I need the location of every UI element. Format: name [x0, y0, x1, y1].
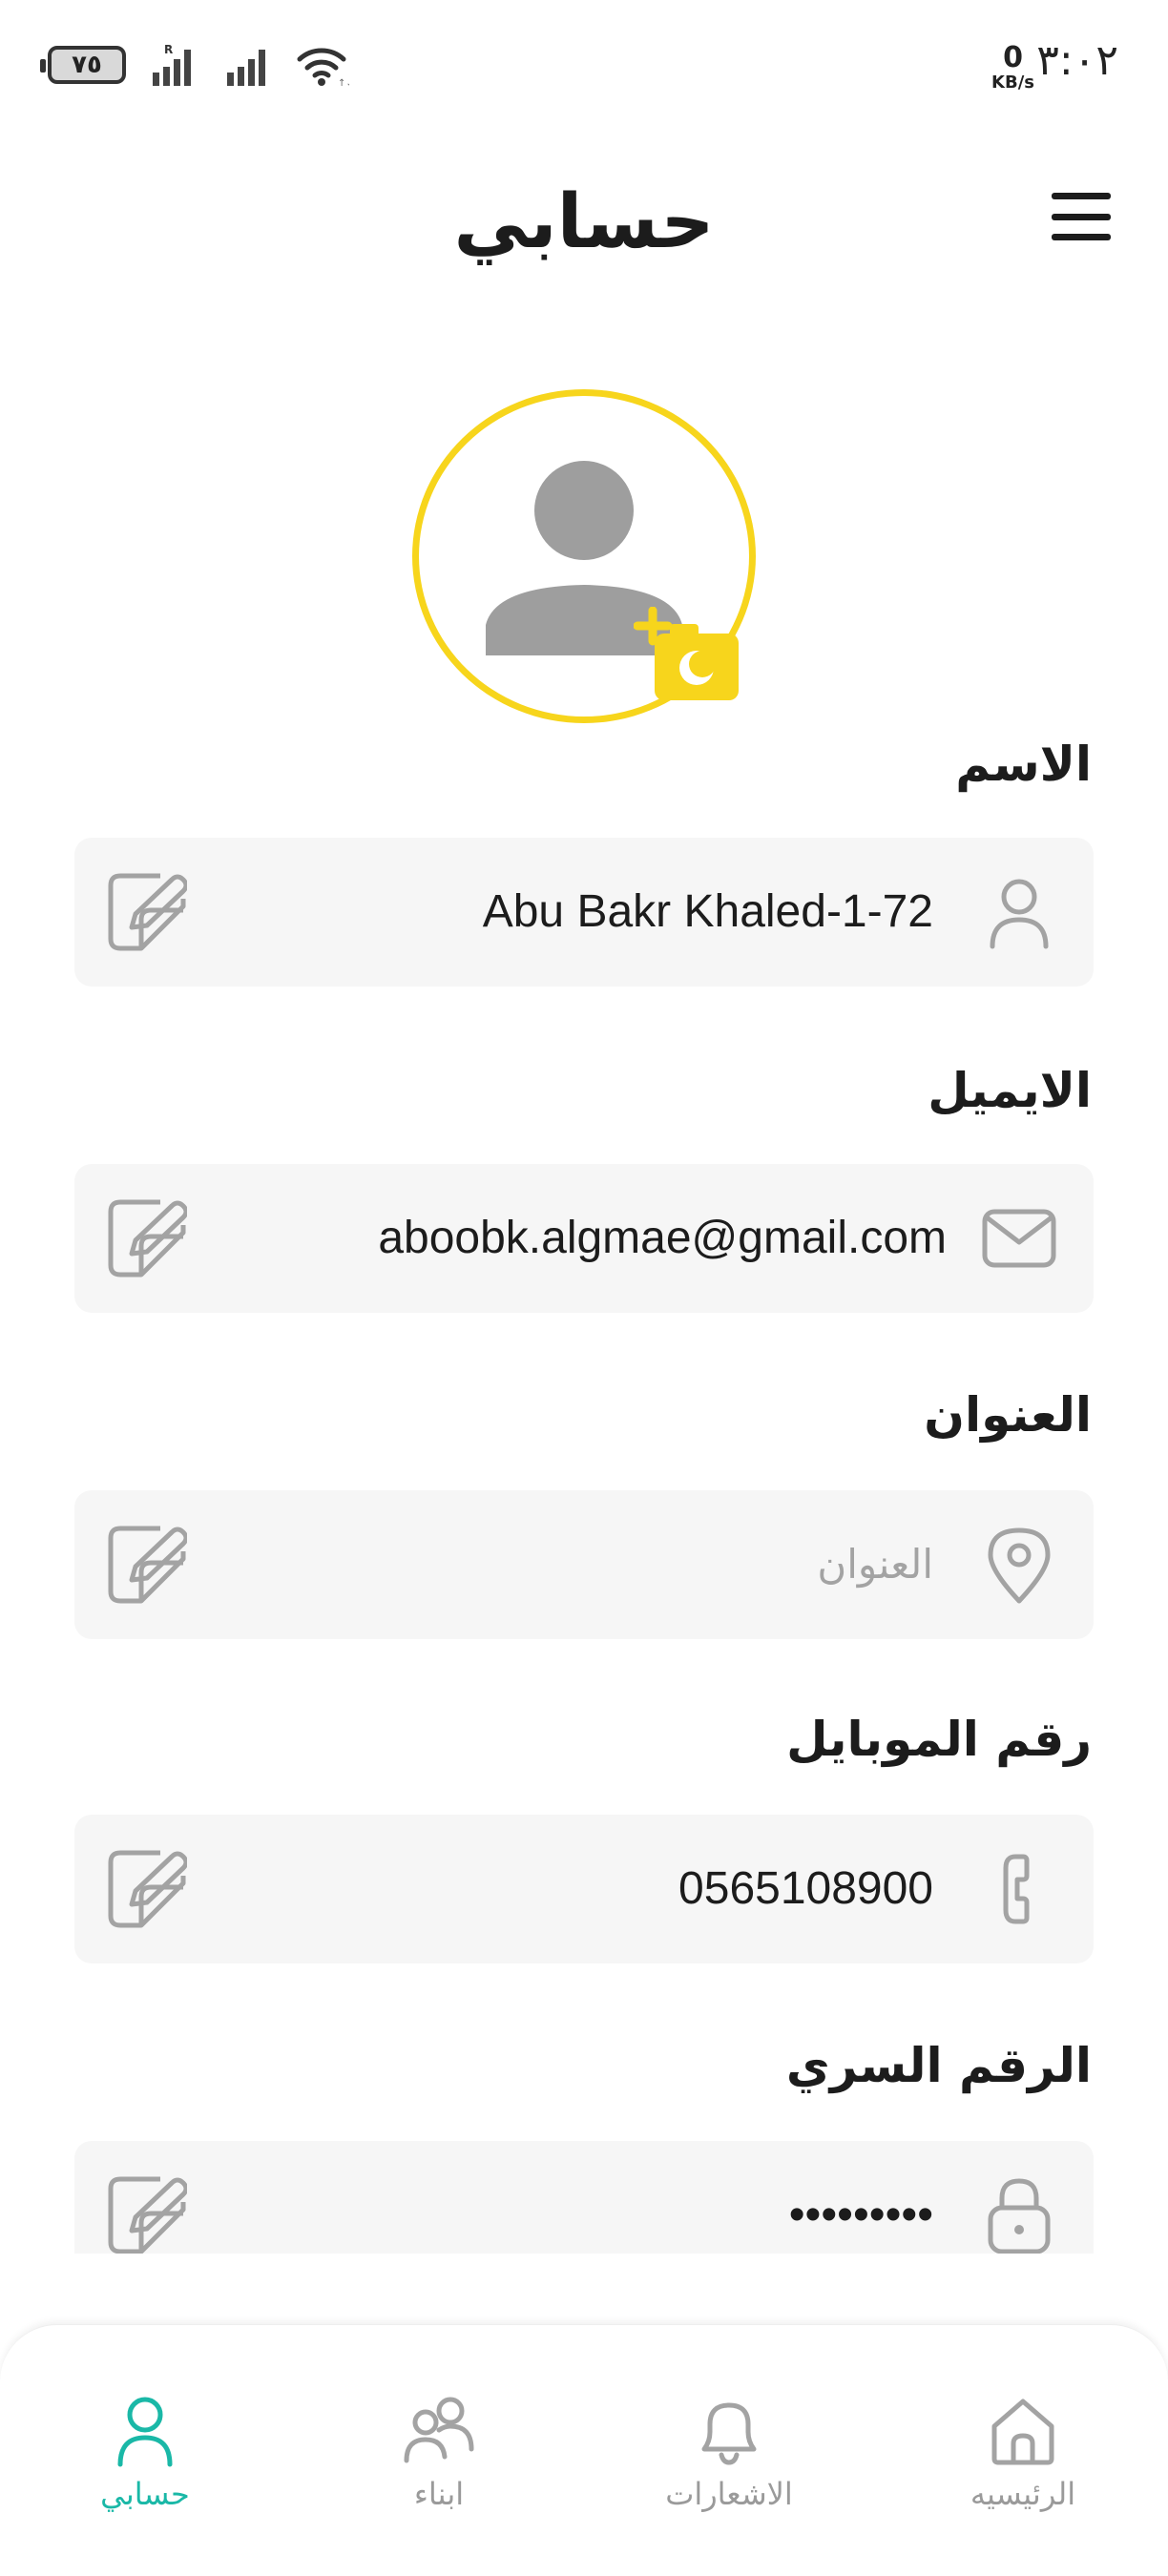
- battery-indicator: ٧٥: [40, 46, 126, 84]
- email-value: aboobk.algmae@gmail.com: [378, 1213, 947, 1263]
- nav-item-home[interactable]: الرئيسيه: [918, 2392, 1128, 2512]
- profile-avatar[interactable]: [412, 389, 756, 723]
- mobile-field[interactable]: 0565108900: [74, 1815, 1094, 1963]
- hamburger-menu-icon[interactable]: [1052, 193, 1111, 240]
- status-bar: ٧٥ R ↑↓ 0 KB/s ٣:٠٢: [0, 0, 1168, 134]
- network-speed: 0 KB/s: [991, 44, 1034, 92]
- bell-icon: [701, 2402, 757, 2465]
- network-speed-unit: KB/s: [991, 73, 1034, 93]
- edit-icon[interactable]: [107, 2175, 187, 2255]
- name-label: الاسم: [955, 737, 1092, 792]
- signal-strength-icon: R: [153, 44, 191, 86]
- nav-item-profile[interactable]: حسابي: [40, 2392, 250, 2512]
- nav-label-children: ابناء: [413, 2476, 465, 2512]
- nav-label-home: الرئيسيه: [970, 2476, 1076, 2512]
- status-icons: ٧٥ R ↑↓: [40, 44, 349, 86]
- mobile-label: رقم الموبايل: [786, 1712, 1092, 1767]
- home-icon: [991, 2399, 1054, 2465]
- edit-icon[interactable]: [107, 872, 187, 952]
- lock-icon: [988, 2178, 1051, 2254]
- person-icon: [990, 879, 1049, 949]
- edit-icon[interactable]: [107, 1198, 187, 1278]
- name-value: Abu Bakr Khaled-1-72: [482, 886, 933, 937]
- status-time: ٣:٠٢: [1036, 36, 1118, 85]
- location-pin-icon: [988, 1527, 1051, 1604]
- address-field[interactable]: العنوان: [74, 1490, 1094, 1639]
- email-field[interactable]: aboobk.algmae@gmail.com: [74, 1164, 1094, 1313]
- signal-strength-icon: [227, 50, 265, 86]
- children-icon: [404, 2397, 474, 2463]
- nav-item-children[interactable]: ابناء: [334, 2392, 544, 2512]
- wifi-icon: ↑↓: [297, 48, 349, 86]
- edit-icon[interactable]: [107, 1849, 187, 1929]
- page-title: حسابي: [453, 179, 715, 265]
- network-speed-value: 0: [1003, 41, 1023, 74]
- svg-text:↑↓: ↑↓: [338, 78, 349, 86]
- svg-text:R: R: [164, 44, 173, 56]
- address-placeholder: العنوان: [817, 1541, 933, 1588]
- scroll-clip: [0, 2254, 1168, 2330]
- edit-icon[interactable]: [107, 1525, 187, 1605]
- address-label: العنوان: [924, 1387, 1092, 1443]
- phone-icon: [1003, 1854, 1030, 1924]
- password-label: الرقم السري: [785, 2038, 1092, 2093]
- bottom-navigation: حسابي ابناء الاشعارات الرئيسيه: [0, 2324, 1168, 2576]
- nav-item-notifications[interactable]: الاشعارات: [624, 2392, 834, 2512]
- app-header: حسابي: [0, 153, 1168, 286]
- mobile-value: 0565108900: [678, 1863, 933, 1914]
- profile-icon: [117, 2397, 173, 2467]
- name-field[interactable]: Abu Bakr Khaled-1-72: [74, 838, 1094, 987]
- nav-label-profile: حسابي: [100, 2476, 190, 2512]
- mail-icon: [982, 1209, 1056, 1268]
- nav-label-notifications: الاشعارات: [665, 2476, 793, 2512]
- email-label: الايميل: [928, 1063, 1092, 1118]
- add-photo-camera-icon[interactable]: [634, 607, 758, 712]
